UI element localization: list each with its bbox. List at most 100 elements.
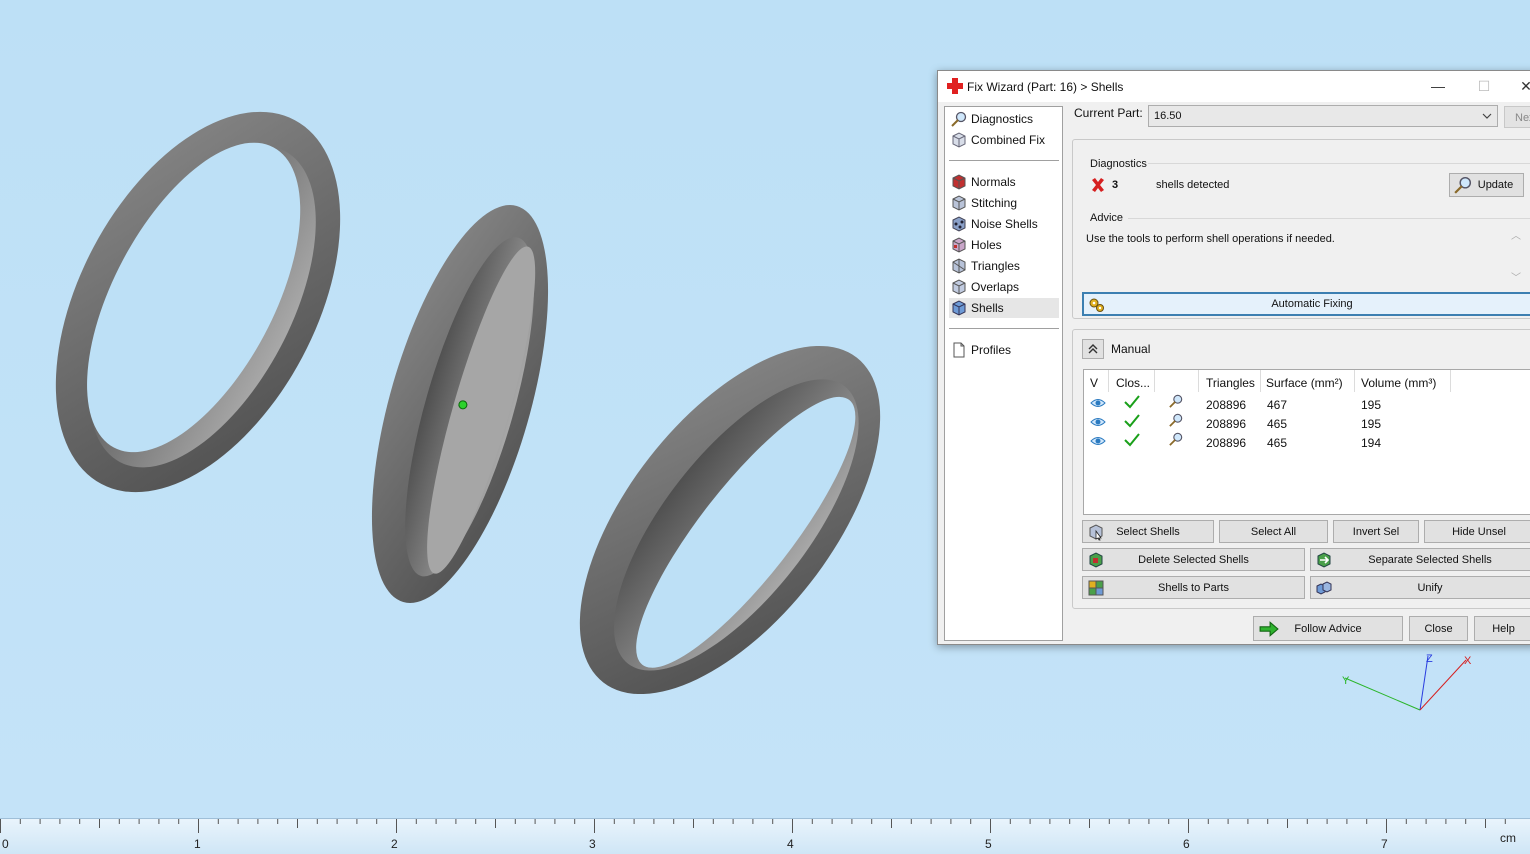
sidebar-item-label: Diagnostics xyxy=(971,112,1034,126)
column-header-closed[interactable]: Clos... xyxy=(1116,376,1150,390)
advice-text: Use the tools to perform shell operation… xyxy=(1086,233,1335,245)
shells-to-parts-icon xyxy=(1088,580,1104,596)
cell-triangles: 208896 xyxy=(1206,417,1247,431)
select-cube-icon xyxy=(1089,524,1103,541)
magnifier-icon xyxy=(1454,176,1472,194)
ruler-label-6: 6 xyxy=(1183,837,1190,851)
sidebar-item-noise-shells[interactable]: Noise Shells xyxy=(949,214,1059,234)
fix-wizard-dialog: Fix Wizard (Part: 16) > Shells — ☐ ✕ Dia… xyxy=(937,70,1530,645)
follow-advice-button[interactable]: Follow Advice xyxy=(1253,616,1403,641)
sidebar-divider xyxy=(949,160,1059,161)
hide-unselected-button[interactable]: Hide Unsel xyxy=(1424,520,1530,543)
next-part-button[interactable]: Next xyxy=(1504,106,1530,128)
axis-z-label: Z xyxy=(1426,653,1433,665)
separate-shell-icon xyxy=(1317,552,1331,568)
cube-icon xyxy=(952,132,966,148)
help-button[interactable]: Help xyxy=(1474,616,1530,641)
column-header-surface[interactable]: Surface (mm²) xyxy=(1266,376,1343,390)
sidebar-item-label: Shells xyxy=(971,301,1004,315)
sidebar-item-profiles[interactable]: Profiles xyxy=(949,340,1059,360)
select-all-button[interactable]: Select All xyxy=(1219,520,1328,543)
column-header-volume[interactable]: Volume (mm³) xyxy=(1361,376,1436,390)
check-icon xyxy=(1124,395,1140,409)
sidebar-item-combined-fix[interactable]: Combined Fix xyxy=(949,130,1059,150)
automatic-fixing-button[interactable]: Automatic Fixing xyxy=(1082,292,1530,316)
separate-selected-shells-button[interactable]: Separate Selected Shells xyxy=(1310,548,1530,571)
sidebar-item-triangles[interactable]: Triangles xyxy=(949,256,1059,276)
axis-x-label: X xyxy=(1464,655,1472,667)
ruler: 0 1 2 3 4 5 6 7 cm xyxy=(0,818,1530,854)
shells-detected-count: 3 xyxy=(1112,179,1119,191)
separate-selected-shells-label: Separate Selected Shells xyxy=(1368,553,1492,566)
cell-surface: 465 xyxy=(1267,417,1288,431)
shells-to-parts-label: Shells to Parts xyxy=(1158,581,1229,594)
delete-selected-shells-button[interactable]: Delete Selected Shells xyxy=(1082,548,1305,571)
shells-detected-text: shells detected xyxy=(1156,179,1230,191)
column-header-visible[interactable]: V xyxy=(1090,376,1098,390)
ruler-label-2: 2 xyxy=(391,837,398,851)
sidebar-item-holes[interactable]: Holes xyxy=(949,235,1059,255)
ring-shell-3[interactable] xyxy=(523,295,937,745)
magnifier-icon[interactable] xyxy=(1168,413,1184,427)
sidebar-item-label: Combined Fix xyxy=(971,133,1046,147)
cell-surface: 467 xyxy=(1267,398,1288,412)
current-part-value: 16.50 xyxy=(1154,110,1182,122)
cell-surface: 465 xyxy=(1267,436,1288,450)
cell-triangles: 208896 xyxy=(1206,436,1247,450)
ruler-label-3: 3 xyxy=(589,837,596,851)
ring-shell-1[interactable] xyxy=(0,65,399,540)
cell-triangles: 208896 xyxy=(1206,398,1247,412)
ruler-label-4: 4 xyxy=(787,837,794,851)
sidebar-item-label: Triangles xyxy=(971,259,1020,273)
eye-icon[interactable] xyxy=(1090,415,1106,429)
magnifier-icon[interactable] xyxy=(1168,394,1184,408)
advice-scrollbar[interactable]: ︿ ﹀ xyxy=(1508,231,1524,285)
shells-table[interactable]: V Clos... Triangles Surface (mm²) Volume… xyxy=(1083,369,1530,515)
sidebar-item-shells[interactable]: Shells xyxy=(949,298,1059,318)
diagnostics-rule xyxy=(1148,163,1530,164)
close-button[interactable]: Close xyxy=(1409,616,1468,641)
sidebar-item-diagnostics[interactable]: Diagnostics xyxy=(949,109,1059,129)
red-x-icon xyxy=(1092,178,1104,192)
eye-icon[interactable] xyxy=(1090,396,1106,410)
triangles-cube-icon xyxy=(952,258,966,274)
ruler-label-5: 5 xyxy=(985,837,992,851)
sidebar-item-label: Overlaps xyxy=(971,280,1020,294)
holes-cube-icon xyxy=(952,237,966,253)
shells-to-parts-button[interactable]: Shells to Parts xyxy=(1082,576,1305,599)
automatic-fixing-label: Automatic Fixing xyxy=(1271,298,1353,310)
minimize-button[interactable]: — xyxy=(1428,77,1448,95)
close-window-button[interactable]: ✕ xyxy=(1516,77,1530,95)
ruler-label-0: 0 xyxy=(2,837,9,851)
sidebar-item-label: Stitching xyxy=(971,196,1018,210)
current-part-select[interactable]: 16.50 xyxy=(1148,105,1498,127)
invert-selection-button[interactable]: Invert Sel xyxy=(1333,520,1419,543)
select-shells-button[interactable]: Select Shells xyxy=(1082,520,1214,543)
delete-shell-icon xyxy=(1089,552,1103,568)
collapse-manual-button[interactable] xyxy=(1082,339,1104,359)
sidebar-item-overlaps[interactable]: Overlaps xyxy=(949,277,1059,297)
cell-volume: 194 xyxy=(1361,436,1382,450)
window-title: Fix Wizard (Part: 16) > Shells xyxy=(967,80,1124,94)
update-button[interactable]: Update xyxy=(1449,173,1524,197)
ruler-label-7: 7 xyxy=(1381,837,1388,851)
current-part-label: Current Part: xyxy=(1074,106,1143,120)
sidebar-item-label: Profiles xyxy=(971,343,1012,357)
sidebar-item-normals[interactable]: Normals xyxy=(949,172,1059,192)
title-bar[interactable]: Fix Wizard (Part: 16) > Shells — ☐ ✕ xyxy=(938,71,1530,102)
unify-button[interactable]: Unify xyxy=(1310,576,1530,599)
advice-text-area: Use the tools to perform shell operation… xyxy=(1083,231,1523,281)
check-icon xyxy=(1124,414,1140,428)
scroll-up-icon[interactable]: ︿ xyxy=(1508,231,1524,243)
sidebar-item-label: Noise Shells xyxy=(971,217,1038,231)
eye-icon[interactable] xyxy=(1090,434,1106,448)
magnifier-icon[interactable] xyxy=(1168,432,1184,446)
maximize-button[interactable]: ☐ xyxy=(1474,77,1494,95)
column-header-triangles[interactable]: Triangles xyxy=(1206,376,1255,390)
scroll-down-icon[interactable]: ﹀ xyxy=(1508,273,1524,285)
cell-volume: 195 xyxy=(1361,417,1382,431)
noise-shells-icon xyxy=(952,216,966,232)
sidebar-item-stitching[interactable]: Stitching xyxy=(949,193,1059,213)
ring-shell-2[interactable] xyxy=(336,187,584,622)
axis-y-label: Y xyxy=(1342,675,1350,687)
